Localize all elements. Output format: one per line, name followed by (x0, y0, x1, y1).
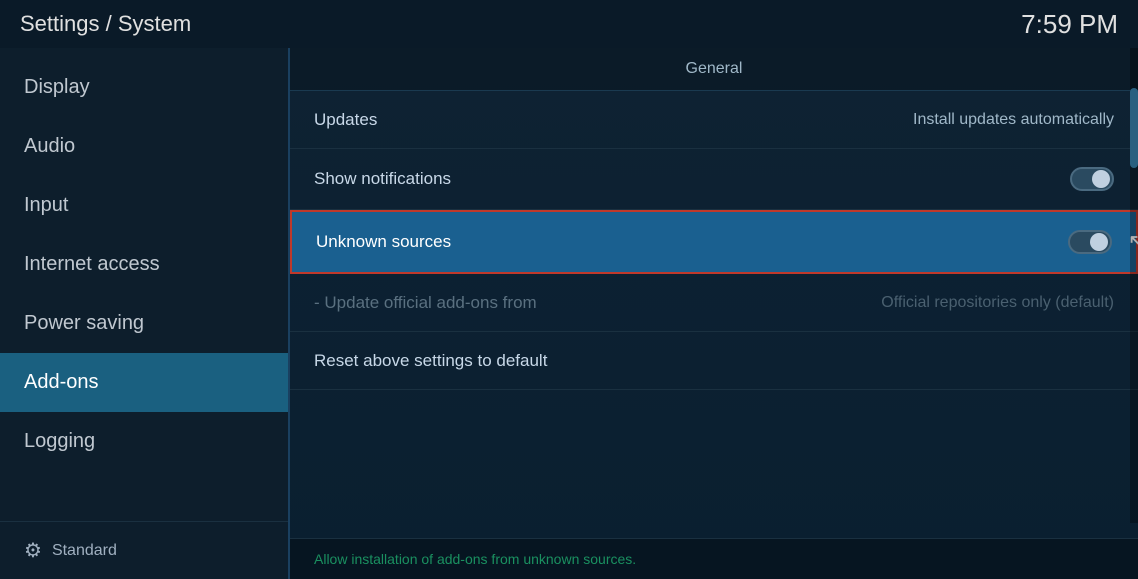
toggle-knob-show-notifications (1092, 170, 1110, 188)
toggle-show-notifications[interactable] (1070, 167, 1114, 191)
sidebar-item-logging[interactable]: Logging (0, 412, 288, 471)
settings-list: Updates Install updates automatically Sh… (290, 91, 1138, 538)
toggle-knob-unknown-sources (1090, 233, 1108, 251)
sidebar-item-add-ons[interactable]: Add-ons (0, 353, 288, 412)
header: Settings / System 7:59 PM (0, 0, 1138, 48)
page-title: Settings / System (20, 11, 191, 37)
setting-row-updates[interactable]: Updates Install updates automatically (290, 91, 1138, 149)
setting-label-show-notifications: Show notifications (314, 169, 451, 189)
setting-label-updates: Updates (314, 110, 377, 130)
scrollbar-thumb[interactable] (1130, 88, 1138, 168)
toggle-unknown-sources[interactable] (1068, 230, 1112, 254)
setting-row-show-notifications[interactable]: Show notifications (290, 149, 1138, 210)
standard-label: Standard (52, 542, 117, 560)
scrollbar-track[interactable] (1130, 48, 1138, 523)
bottom-notice: Allow installation of add-ons from unkno… (290, 538, 1138, 579)
setting-label-update-addons-from: - Update official add-ons from (314, 293, 537, 313)
section-header: General (290, 48, 1138, 91)
sidebar-item-display[interactable]: Display (0, 58, 288, 117)
sidebar-item-internet-access[interactable]: Internet access (0, 235, 288, 294)
sidebar-item-power-saving[interactable]: Power saving (0, 294, 288, 353)
setting-value-updates: Install updates automatically (913, 111, 1114, 129)
sidebar: Display Audio Input Internet access Powe… (0, 48, 288, 579)
content-area: General Updates Install updates automati… (288, 48, 1138, 579)
sidebar-item-audio[interactable]: Audio (0, 117, 288, 176)
main-layout: Display Audio Input Internet access Powe… (0, 48, 1138, 579)
sidebar-item-input[interactable]: Input (0, 176, 288, 235)
setting-row-update-addons-from[interactable]: - Update official add-ons from Official … (290, 274, 1138, 332)
setting-label-unknown-sources: Unknown sources (316, 232, 451, 252)
setting-row-reset-settings[interactable]: Reset above settings to default (290, 332, 1138, 390)
sidebar-footer: ⚙ Standard (0, 521, 288, 579)
setting-value-update-addons-from: Official repositories only (default) (881, 294, 1114, 312)
gear-icon: ⚙ (24, 538, 42, 563)
setting-row-unknown-sources[interactable]: Unknown sources ↖ (290, 210, 1138, 274)
setting-label-reset-settings: Reset above settings to default (314, 351, 547, 371)
clock: 7:59 PM (1021, 9, 1118, 40)
